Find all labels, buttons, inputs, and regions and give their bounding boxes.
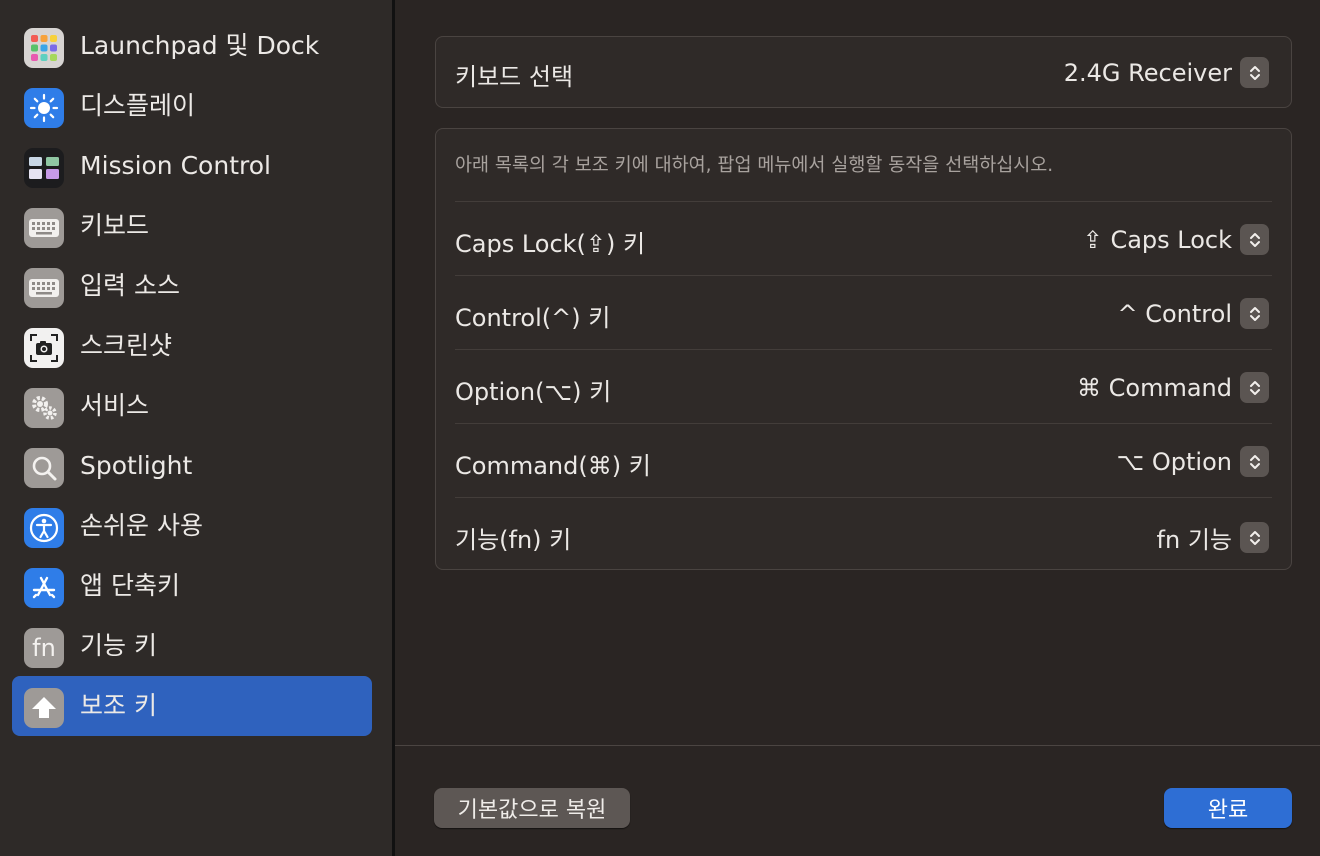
sidebar-item-launchpad-dock[interactable]: Launchpad 및 Dock	[12, 16, 372, 76]
sidebar-item-label: 입력 소스	[80, 271, 180, 300]
sidebar-item-label: 디스플레이	[80, 91, 196, 120]
sidebar-item-spotlight[interactable]: Spotlight	[12, 436, 372, 496]
chevron-up-down-icon	[1240, 522, 1269, 553]
sidebar-item-label: Mission Control	[80, 151, 271, 180]
app-store-icon	[24, 568, 64, 608]
chevron-up-down-icon	[1240, 57, 1269, 88]
keyboard-select-value: 2.4G Receiver	[1063, 58, 1232, 87]
modifier-hint-text: 아래 목록의 각 보조 키에 대하여, 팝업 메뉴에서 실행할 동작을 선택하십…	[455, 155, 1054, 176]
caps-lock-value: ⇪ Caps Lock	[1082, 225, 1232, 254]
fn-key-value: fn 기능	[1156, 526, 1232, 554]
sidebar: Launchpad 및 Dock 디스플레이 Mission Control 키…	[0, 0, 392, 856]
sidebar-item-app-shortcuts[interactable]: 앱 단축키	[12, 556, 372, 616]
launchpad-icon	[24, 28, 64, 68]
row-divider	[455, 275, 1272, 276]
mission-control-icon	[24, 148, 64, 188]
sidebar-item-screenshots[interactable]: 스크린샷	[12, 316, 372, 376]
chevron-up-down-icon	[1240, 446, 1269, 477]
option-popup[interactable]: ⌘ Command	[1077, 372, 1269, 403]
sidebar-item-label: 기능 키	[80, 631, 157, 660]
sidebar-item-label: 키보드	[80, 211, 150, 240]
sidebar-item-keyboard[interactable]: 키보드	[12, 196, 372, 256]
modifier-keys-panel: 아래 목록의 각 보조 키에 대하여, 팝업 메뉴에서 실행할 동작을 선택하십…	[435, 128, 1292, 570]
caps-lock-popup[interactable]: ⇪ Caps Lock	[1083, 224, 1269, 255]
command-label: Command(⌘) 키	[455, 452, 651, 480]
gears-icon	[24, 388, 64, 428]
main-content: 키보드 선택 2.4G Receiver 아래 목록의 각 보조 키에 대하여,…	[395, 0, 1320, 856]
sidebar-item-label: Launchpad 및 Dock	[80, 31, 320, 60]
sidebar-item-services[interactable]: 서비스	[12, 376, 372, 436]
control-value: ^ Control	[1117, 299, 1233, 328]
option-label: Option(⌥) 키	[455, 378, 612, 406]
sidebar-item-label: 보조 키	[80, 691, 157, 720]
sidebar-item-label: Spotlight	[80, 451, 193, 480]
sidebar-item-display[interactable]: 디스플레이	[12, 76, 372, 136]
command-value: ⌥ Option	[1116, 447, 1232, 476]
chevron-up-down-icon	[1240, 372, 1269, 403]
control-label: Control(^) 키	[455, 304, 611, 332]
sidebar-item-label: 손쉬운 사용	[80, 511, 203, 540]
row-divider	[455, 349, 1272, 350]
sidebar-item-function-keys[interactable]: fn 기능 키	[12, 616, 372, 676]
sidebar-item-modifier-keys[interactable]: 보조 키	[12, 676, 372, 736]
keyboard-icon	[24, 268, 64, 308]
keyboard-select-label: 키보드 선택	[455, 63, 574, 91]
control-popup[interactable]: ^ Control	[1117, 298, 1269, 329]
sidebar-item-mission-control[interactable]: Mission Control	[12, 136, 372, 196]
sidebar-item-label: 스크린샷	[80, 331, 173, 360]
fn-key-label: 기능(fn) 키	[455, 526, 572, 554]
fn-icon: fn	[24, 628, 64, 668]
row-divider	[455, 201, 1272, 202]
sidebar-item-label: 앱 단축키	[80, 571, 180, 600]
done-button[interactable]: 완료	[1164, 788, 1292, 828]
option-value: ⌘ Command	[1077, 373, 1232, 402]
row-divider	[455, 497, 1272, 498]
footer-divider	[395, 745, 1320, 746]
restore-defaults-button[interactable]: 기본값으로 복원	[434, 788, 630, 828]
chevron-up-down-icon	[1240, 224, 1269, 255]
keyboard-select-popup[interactable]: 2.4G Receiver	[1064, 57, 1269, 88]
sidebar-item-label: 서비스	[80, 391, 150, 420]
sidebar-item-input-sources[interactable]: 입력 소스	[12, 256, 372, 316]
caps-lock-label: Caps Lock(⇪) 키	[455, 230, 646, 258]
keyboard-select-panel: 키보드 선택 2.4G Receiver	[435, 36, 1292, 108]
command-popup[interactable]: ⌥ Option	[1117, 446, 1269, 477]
magnifier-icon	[24, 448, 64, 488]
row-divider	[455, 423, 1272, 424]
fn-key-popup[interactable]: fn 기능	[1157, 520, 1269, 555]
modifier-arrow-icon	[24, 688, 64, 728]
chevron-up-down-icon	[1240, 298, 1269, 329]
screenshot-camera-icon	[24, 328, 64, 368]
sidebar-item-accessibility[interactable]: 손쉬운 사용	[12, 496, 372, 556]
accessibility-icon	[24, 508, 64, 548]
keyboard-icon	[24, 208, 64, 248]
display-brightness-icon	[24, 88, 64, 128]
